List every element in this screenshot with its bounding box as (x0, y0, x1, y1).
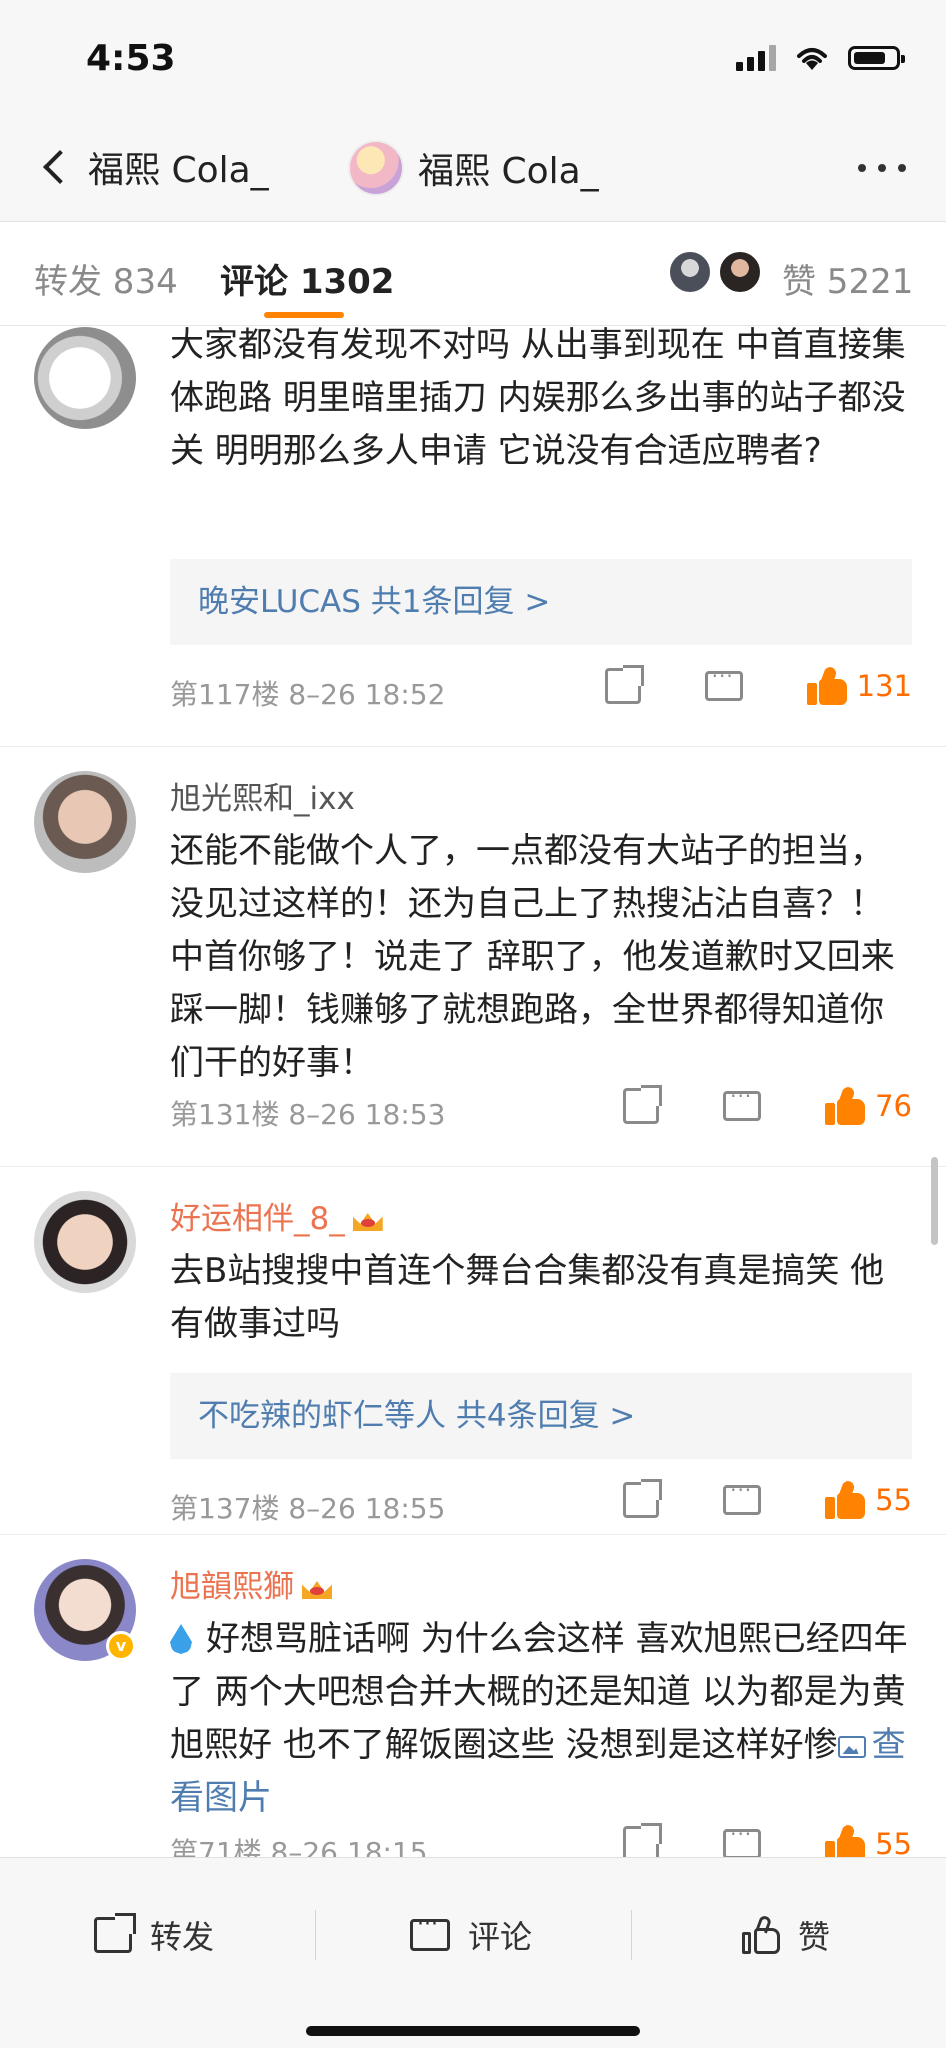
comment-item: 旭光熙和_ixx 还能不能做个人了，一点都没有大站子的担当，没见过这样的！还为自… (0, 747, 946, 1167)
battery-icon (848, 46, 905, 70)
comment-body: 好想骂脏话啊 为什么会这样 喜欢旭熙已经四年了 两个大吧想合并大概的还是知道 以… (170, 1613, 910, 1825)
comment-body: 还能不能做个人了，一点都没有大站子的担当，没见过这样的！还为自己上了热搜沾沾自喜… (170, 831, 895, 1083)
comment-meta: 第71楼 8–26 18:15 (170, 1836, 428, 1857)
nav-bar: 福熙 Cola_ 福熙 Cola_ (0, 120, 946, 222)
back-button[interactable]: 福熙 Cola_ (40, 142, 269, 192)
comment-actions: 55 (623, 1822, 912, 1857)
comment-username[interactable]: 好运相伴_8_ (170, 1193, 385, 1238)
verified-badge-icon: v (106, 1631, 136, 1661)
like-button[interactable]: 赞 (742, 1912, 830, 1958)
home-indicator[interactable] (306, 2026, 640, 2036)
comment-item: v 旭韻熙獅 好想骂脏话啊 为什么会这样 喜欢旭熙已经四年了 两个大吧想合并大概… (0, 1535, 946, 1857)
status-icons (736, 44, 905, 72)
avatar (668, 250, 712, 294)
scrollbar[interactable] (931, 1157, 938, 1245)
crown-icon (351, 1205, 385, 1231)
share-icon[interactable] (623, 1479, 663, 1518)
divider (315, 1910, 316, 1960)
share-icon[interactable] (604, 665, 644, 704)
comment-label: 评论 (468, 1918, 533, 1956)
comment-text: 好想骂脏话啊 为什么会这样 喜欢旭熙已经四年了 两个大吧想合并大概的还是知道 以… (170, 1619, 908, 1765)
bottom-action-bar: 转发 评论 赞 (0, 1857, 946, 2048)
like-button[interactable]: 76 (825, 1085, 912, 1125)
avatar[interactable] (34, 771, 136, 873)
username-text: 旭韻熙獅 (170, 1569, 294, 1605)
crown-icon (300, 1573, 334, 1599)
image-icon (837, 1736, 866, 1758)
thumbs-up-icon (742, 1914, 780, 1954)
more-icon[interactable] (858, 164, 906, 172)
comment-actions: 131 (604, 664, 912, 705)
comment-username[interactable]: 旭韻熙獅 (170, 1561, 334, 1606)
nav-profile[interactable]: 福熙 Cola_ (348, 140, 599, 196)
avatar (348, 140, 404, 196)
avatar[interactable] (34, 327, 136, 429)
thumbs-up-icon (825, 1823, 866, 1857)
comment-icon[interactable] (723, 1478, 762, 1515)
nav-title: 福熙 Cola_ (418, 151, 599, 192)
comment-icon (410, 1912, 450, 1951)
tab-bar: 转发 834 评论 1302 赞 5221 (0, 222, 946, 326)
comment-body: 去B站搜搜中首连个舞台合集都没有真是搞笑 他有做事过吗 (170, 1251, 885, 1344)
like-count: 55 (875, 1827, 912, 1857)
chevron-left-icon (43, 150, 77, 184)
thumbs-up-icon (825, 1479, 866, 1519)
like-count: 131 (856, 669, 912, 703)
comment-meta: 第131楼 8–26 18:53 (170, 1098, 446, 1131)
like-label: 赞 (798, 1918, 831, 1956)
repost-button[interactable]: 转发 (94, 1912, 214, 1958)
comment-actions: 55 (623, 1478, 912, 1519)
thumbs-up-icon (825, 1085, 866, 1125)
water-drop-icon (170, 1624, 192, 1654)
like-button[interactable]: 55 (825, 1479, 912, 1519)
thumbs-up-icon (806, 665, 847, 705)
like-avatars[interactable] (668, 250, 762, 294)
comment-username[interactable]: 旭光熙和_ixx (170, 773, 355, 818)
comment-body: 大家都没有发现不对吗 从出事到现在 中首直接集体跑路 明里暗里插刀 内娱那么多出… (170, 327, 906, 471)
reply-summary[interactable]: 晚安LUCAS 共1条回复 > (170, 559, 912, 645)
share-icon (94, 1913, 136, 1953)
comment-meta: 第117楼 8–26 18:52 (170, 678, 446, 711)
avatar (718, 250, 762, 294)
share-icon[interactable] (623, 1823, 663, 1857)
comment-list: youdeservebest0123 大家都没有发现不对吗 从出事到现在 中首直… (0, 327, 946, 1857)
status-bar: 4:53 (0, 0, 946, 120)
tab-like[interactable]: 赞 5221 (782, 254, 913, 303)
comment-icon[interactable] (723, 1822, 762, 1857)
comment-button[interactable]: 评论 (410, 1912, 532, 1958)
like-count: 76 (875, 1089, 912, 1123)
repost-label: 转发 (150, 1918, 215, 1956)
tab-comment[interactable]: 评论 1302 (220, 254, 394, 303)
comment-item: youdeservebest0123 大家都没有发现不对吗 从出事到现在 中首直… (0, 327, 946, 747)
comment-icon[interactable] (723, 1084, 762, 1121)
comment-item: 好运相伴_8_ 去B站搜搜中首连个舞台合集都没有真是搞笑 他有做事过吗 不吃辣的… (0, 1167, 946, 1535)
like-button[interactable]: 55 (825, 1823, 912, 1857)
tab-active-indicator (264, 312, 344, 318)
reply-summary[interactable]: 不吃辣的虾仁等人 共4条回复 > (170, 1373, 912, 1459)
comment-icon[interactable] (704, 664, 743, 701)
share-icon[interactable] (623, 1085, 663, 1124)
divider (631, 1910, 632, 1960)
comment-actions: 76 (623, 1084, 912, 1125)
username-text: 好运相伴_8_ (170, 1201, 345, 1237)
signal-icon (736, 45, 776, 71)
back-label: 福熙 Cola_ (88, 150, 269, 191)
like-button[interactable]: 131 (806, 665, 912, 705)
like-count: 55 (875, 1483, 912, 1517)
tab-repost[interactable]: 转发 834 (34, 254, 178, 303)
status-time: 4:53 (86, 38, 176, 79)
avatar[interactable] (34, 1191, 136, 1293)
wifi-icon (797, 48, 827, 70)
comment-meta: 第137楼 8–26 18:55 (170, 1492, 446, 1525)
